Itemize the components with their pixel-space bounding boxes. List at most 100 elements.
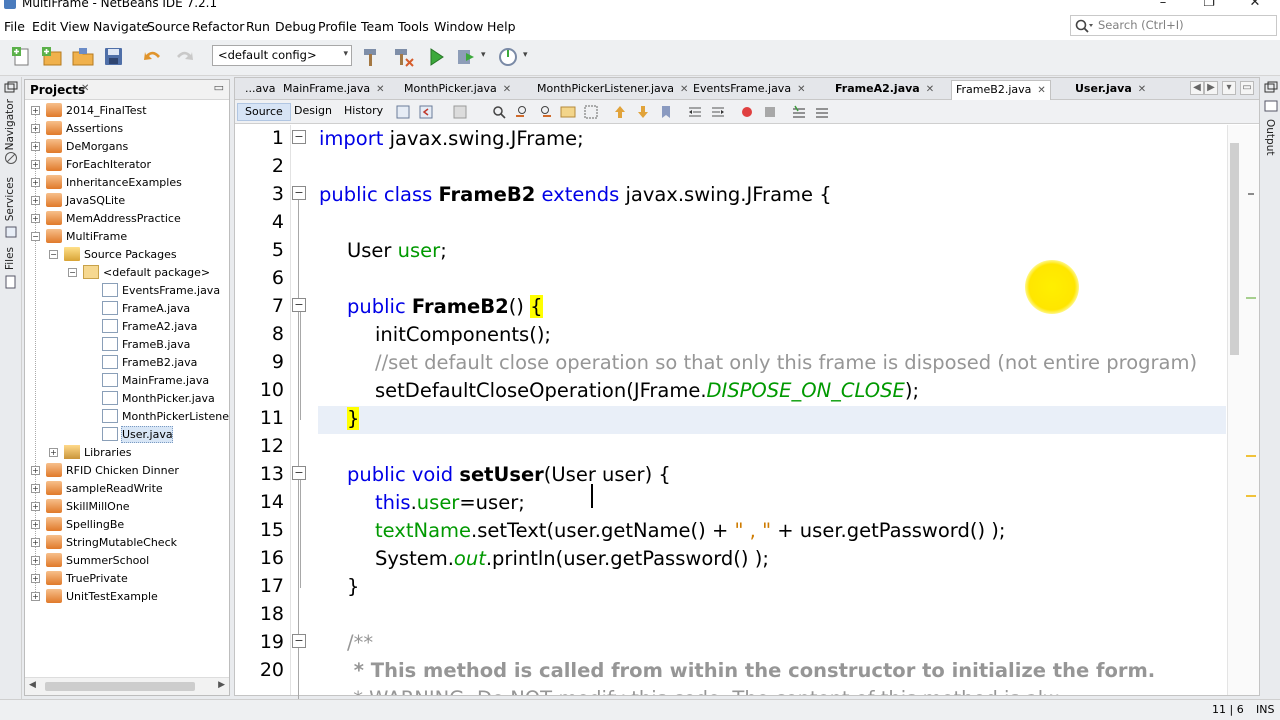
close-icon[interactable]: ✕ — [1037, 85, 1045, 96]
tab-scroll-right[interactable]: ▶ — [1204, 81, 1218, 95]
expand-toggle-icon[interactable]: + — [31, 465, 40, 475]
tab-scroll-left[interactable]: ◀ — [1190, 81, 1204, 95]
tree-item[interactable]: MonthPickerListener.j — [87, 407, 229, 425]
menu-navigate[interactable]: Navigate — [93, 19, 149, 34]
expand-toggle-icon[interactable]: + — [31, 177, 40, 187]
tree-item[interactable]: + JavaSQLite — [31, 191, 125, 209]
close-icon[interactable]: ✕ — [680, 84, 688, 95]
expand-toggle-icon[interactable]: + — [31, 105, 40, 115]
profile-project-icon[interactable] — [496, 45, 520, 69]
tree-item[interactable]: FrameA2.java — [87, 317, 197, 335]
close-icon[interactable]: ✕ — [926, 84, 934, 95]
tree-item[interactable]: − Source Packages — [49, 245, 177, 263]
menu-debug[interactable]: Debug — [275, 19, 316, 34]
menu-window[interactable]: Window — [434, 19, 483, 34]
menu-source[interactable]: Source — [147, 19, 190, 34]
find-icon[interactable] — [491, 104, 507, 120]
find-previous-icon[interactable] — [514, 104, 530, 120]
search-input[interactable]: Search (Ctrl+I) — [1070, 15, 1277, 36]
source-view-button[interactable]: Source — [237, 103, 291, 121]
tab-framea2[interactable]: FrameA2.java ✕ — [831, 80, 938, 100]
tree-item[interactable]: + MemAddressPractice — [31, 209, 181, 227]
expand-toggle-icon[interactable]: + — [31, 195, 40, 205]
tree-item[interactable]: + Assertions — [31, 119, 123, 137]
fold-toggle[interactable]: − — [292, 186, 306, 200]
menu-edit[interactable]: Edit — [32, 19, 56, 34]
tree-item[interactable]: + SummerSchool — [31, 551, 149, 569]
tree-item[interactable]: + RFID Chicken Dinner — [31, 461, 179, 479]
tree-item[interactable]: MainFrame.java — [87, 371, 209, 389]
tab-output[interactable]: Output — [1264, 119, 1276, 155]
expand-toggle-icon[interactable]: − — [49, 249, 58, 259]
expand-toggle-icon[interactable]: + — [31, 501, 40, 511]
design-view-button[interactable]: Design — [287, 103, 339, 121]
scroll-thumb[interactable] — [1230, 143, 1239, 355]
open-project-icon[interactable] — [71, 45, 95, 69]
close-window-button[interactable]: ✕ — [1232, 0, 1278, 14]
tree-item[interactable]: FrameB.java — [87, 335, 190, 353]
close-icon[interactable]: ✕ — [1138, 84, 1146, 95]
fold-toggle[interactable]: − — [292, 466, 306, 480]
fold-toggle[interactable]: − — [292, 298, 306, 312]
editor-vertical-scrollbar[interactable] — [1227, 125, 1259, 695]
debug-dropdown-arrow[interactable]: ▾ — [481, 50, 486, 60]
tree-item[interactable]: + ForEachIterator — [31, 155, 151, 173]
shift-left-icon[interactable] — [687, 104, 703, 120]
tab-list-dropdown[interactable]: ▾ — [1222, 81, 1236, 95]
expand-toggle-icon[interactable]: + — [31, 159, 40, 169]
restore-window-icon[interactable] — [4, 81, 18, 93]
tree-horizontal-scrollbar[interactable]: ◀ ▶ — [25, 677, 229, 695]
expand-toggle-icon[interactable]: + — [31, 555, 40, 565]
scroll-thumb[interactable] — [45, 682, 195, 691]
tab-monthpickerlistener[interactable]: MonthPickerListener.java ✕ — [533, 80, 692, 100]
minimize-button[interactable]: – — [1140, 0, 1186, 14]
close-icon[interactable]: ✕ — [797, 84, 805, 95]
previous-bookmark-icon[interactable] — [612, 104, 628, 120]
tree-item[interactable]: + sampleReadWrite — [31, 479, 163, 497]
tree-item[interactable]: EventsFrame.java — [87, 281, 220, 299]
expand-toggle-icon[interactable]: + — [31, 213, 40, 223]
expand-toggle-icon[interactable]: + — [31, 519, 40, 529]
stop-macro-icon[interactable] — [762, 104, 778, 120]
toggle-bookmark-icon[interactable] — [658, 104, 674, 120]
start-macro-icon[interactable] — [739, 104, 755, 120]
comment-icon[interactable] — [791, 104, 807, 120]
history-view-button[interactable]: History — [337, 103, 390, 121]
redo-icon[interactable] — [172, 45, 196, 69]
menu-run[interactable]: Run — [246, 19, 270, 34]
scroll-left-arrow[interactable]: ◀ — [29, 680, 36, 690]
expand-toggle-icon[interactable]: + — [49, 447, 58, 457]
rectangular-selection-icon[interactable] — [583, 104, 599, 120]
maximize-button[interactable]: ❐ — [1186, 0, 1232, 14]
expand-toggle-icon[interactable]: + — [31, 591, 40, 601]
menu-file[interactable]: File — [4, 19, 25, 34]
tree-item[interactable]: + DeMorgans — [31, 137, 128, 155]
fold-toggle[interactable]: − — [292, 634, 306, 648]
forward-icon[interactable] — [452, 104, 468, 120]
toggle-highlight-icon[interactable] — [560, 104, 576, 120]
tab-restore[interactable]: ▭ — [1240, 81, 1254, 95]
tab-navigator[interactable]: Navigator — [4, 99, 16, 150]
tree-item[interactable]: MonthPicker.java — [87, 389, 215, 407]
undo-icon[interactable] — [141, 45, 165, 69]
expand-toggle-icon[interactable]: − — [68, 267, 77, 277]
tab-ellipsis[interactable]: ...ava — [241, 80, 279, 100]
tab-eventsframe[interactable]: EventsFrame.java ✕ — [689, 80, 809, 100]
uncomment-icon[interactable] — [814, 104, 830, 120]
tree-item[interactable]: + Libraries — [49, 443, 132, 461]
expand-toggle-icon[interactable]: + — [31, 141, 40, 151]
tree-item[interactable]: + UnitTestExample — [31, 587, 158, 605]
restore-window-icon[interactable] — [1264, 81, 1278, 93]
menu-refactor[interactable]: Refactor — [192, 19, 244, 34]
tree-item[interactable]: + SpellingBe — [31, 515, 124, 533]
close-icon[interactable]: ✕ — [376, 84, 384, 95]
tree-item[interactable]: + SkillMillOne — [31, 497, 130, 515]
tab-user[interactable]: User.java ✕ — [1071, 80, 1150, 100]
menu-team[interactable]: Team — [361, 19, 394, 34]
tab-mainframe[interactable]: MainFrame.java ✕ — [279, 80, 388, 100]
menu-profile[interactable]: Profile — [318, 19, 357, 34]
scroll-right-arrow[interactable]: ▶ — [218, 680, 225, 690]
fold-toggle[interactable]: − — [292, 130, 306, 144]
tree-item[interactable]: User.java — [87, 425, 173, 443]
tree-item[interactable]: FrameB2.java — [87, 353, 197, 371]
